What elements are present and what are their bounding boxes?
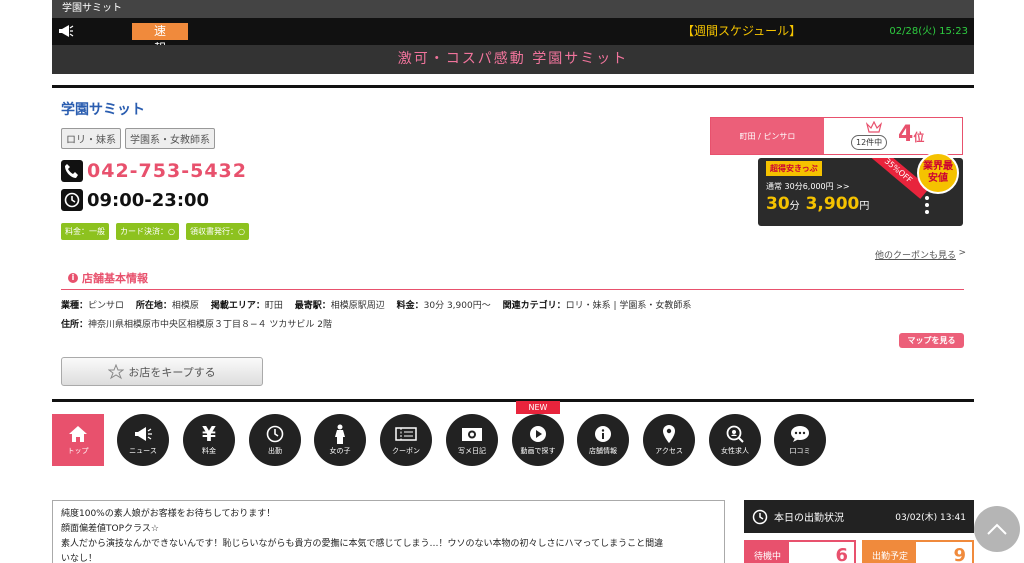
pin-icon (662, 424, 676, 443)
address: 神奈川県相模原市中央区相模原３丁目８−４ ツカサビル 2階 (88, 320, 333, 330)
crown-icon (866, 121, 882, 133)
card-badge: カード決済：○ (116, 223, 179, 240)
coupon-price: 30分 3,900円 (766, 194, 870, 214)
news-label: 速 報 (132, 23, 188, 55)
ranking-count: 12件中 (851, 135, 888, 150)
home-icon (68, 425, 88, 443)
scroll-to-top-button[interactable] (974, 506, 1020, 552)
shop-nav: トップ ニュース ¥ 料金 出勤 女の子 クーポン 写メ日記 動画で探す 店舗情… (52, 414, 974, 474)
coupon-icon (395, 425, 417, 443)
attendance-date: 03/02(木) 13:41 (895, 513, 966, 523)
info-divider (61, 289, 964, 290)
info-heading: i 店舗基本情報 (68, 270, 148, 286)
catchphrase-bar: 激可・コスパ感動 学園サミット (52, 45, 974, 74)
keep-shop-button[interactable]: お店をキープする (61, 357, 263, 386)
recruit-icon (726, 425, 744, 443)
news-bar: 速 報 【週間スケジュール】 02/28(火) 15:23 (52, 18, 974, 55)
info-icon: i (68, 273, 78, 283)
site-name: 学園サミット (62, 3, 122, 14)
nav-video[interactable]: 動画で探す (512, 414, 564, 466)
clock-icon (266, 425, 284, 443)
coupon-tag: 超得安きっぷ (766, 161, 822, 176)
clock-icon (61, 189, 83, 211)
payment-badges: 料金：一般 カード決済：○ 領収書発行：○ (61, 223, 249, 240)
new-badge: NEW (516, 401, 560, 414)
star-icon (108, 363, 125, 379)
nav-girls[interactable]: 女の子 (314, 414, 366, 466)
ranking-area: 町田 / ピンサロ (711, 118, 824, 154)
receipt-badge: 領収書発行：○ (185, 223, 249, 240)
nav-shop-info[interactable]: 店舗情報 (577, 414, 629, 466)
waiting-count[interactable]: 待機中 6 (744, 540, 856, 563)
business-hours: 09:00-23:00 (87, 189, 210, 211)
megaphone-icon (133, 425, 153, 443)
address-line: 住所：神奈川県相模原市中央区相模原３丁目８−４ ツカサビル 2階 (61, 320, 333, 330)
ranking-box[interactable]: 町田 / ピンサロ 12件中 4位 (710, 117, 963, 155)
news-datetime: 02/28(火) 15:23 (889, 26, 968, 37)
shop-tag[interactable]: 学園系・女教師系 (125, 128, 215, 149)
hours-row: 09:00-23:00 (61, 189, 209, 211)
site-name-bar: 学園サミット (52, 0, 974, 18)
nav-photo-diary[interactable]: 写メ日記 (446, 414, 498, 466)
shop-title[interactable]: 学園サミット (61, 99, 145, 119)
coupon-perforation (925, 196, 929, 214)
scheduled-count[interactable]: 出勤予定 9 (862, 540, 974, 563)
weekly-schedule-link[interactable]: 【週間スケジュール】 (682, 23, 801, 40)
info-summary-line: 業種：ピンサロ 所在地：相模原 掲載エリア：町田 最寄駅：相模原駅周辺 料金：3… (61, 301, 692, 311)
divider (52, 85, 974, 88)
divider (52, 399, 974, 402)
nav-reviews[interactable]: 口コミ (774, 414, 826, 466)
shop-tag[interactable]: ロリ・妹系 (61, 128, 121, 149)
nav-news[interactable]: ニュース (117, 414, 169, 466)
shop-description: 純度100%の素人娘がお客様をお待ちしております！ 顔面偏差値TOPクラス☆ 素… (52, 500, 725, 563)
map-button[interactable]: マップを見る (899, 333, 964, 348)
lowest-price-badge: 業界最安値 (917, 152, 959, 194)
clock-icon (752, 509, 768, 524)
video-icon (529, 425, 547, 443)
nav-price[interactable]: ¥ 料金 (183, 414, 235, 466)
shop-tags: ロリ・妹系 学園系・女教師系 (61, 128, 215, 149)
phone-row[interactable]: 042-753-5432 (61, 160, 247, 182)
nav-schedule[interactable]: 出勤 (249, 414, 301, 466)
yen-icon: ¥ (202, 421, 216, 446)
phone-icon (61, 160, 83, 182)
ranking-number: 4位 (898, 122, 925, 147)
nav-coupon[interactable]: クーポン (380, 414, 432, 466)
chevron-up-icon (987, 523, 1007, 535)
price-badge: 料金：一般 (61, 223, 109, 240)
other-coupons-link[interactable]: 他のクーポンも見る (875, 248, 956, 261)
nav-recruit[interactable]: 女性求人 (709, 414, 761, 466)
phone-number[interactable]: 042-753-5432 (87, 160, 247, 182)
info-icon (594, 425, 612, 443)
coupon-normal-price: 通常 30分6,000円 >> (766, 182, 850, 191)
chat-icon (790, 425, 810, 443)
nav-access[interactable]: アクセス (643, 414, 695, 466)
girl-icon (334, 424, 346, 444)
attendance-header: 本日の出勤状況 03/02(木) 13:41 (744, 500, 974, 533)
nav-top[interactable]: トップ (52, 414, 104, 466)
chevron-right-icon: > (958, 248, 966, 258)
camera-icon (461, 425, 483, 443)
megaphone-icon (59, 25, 74, 37)
